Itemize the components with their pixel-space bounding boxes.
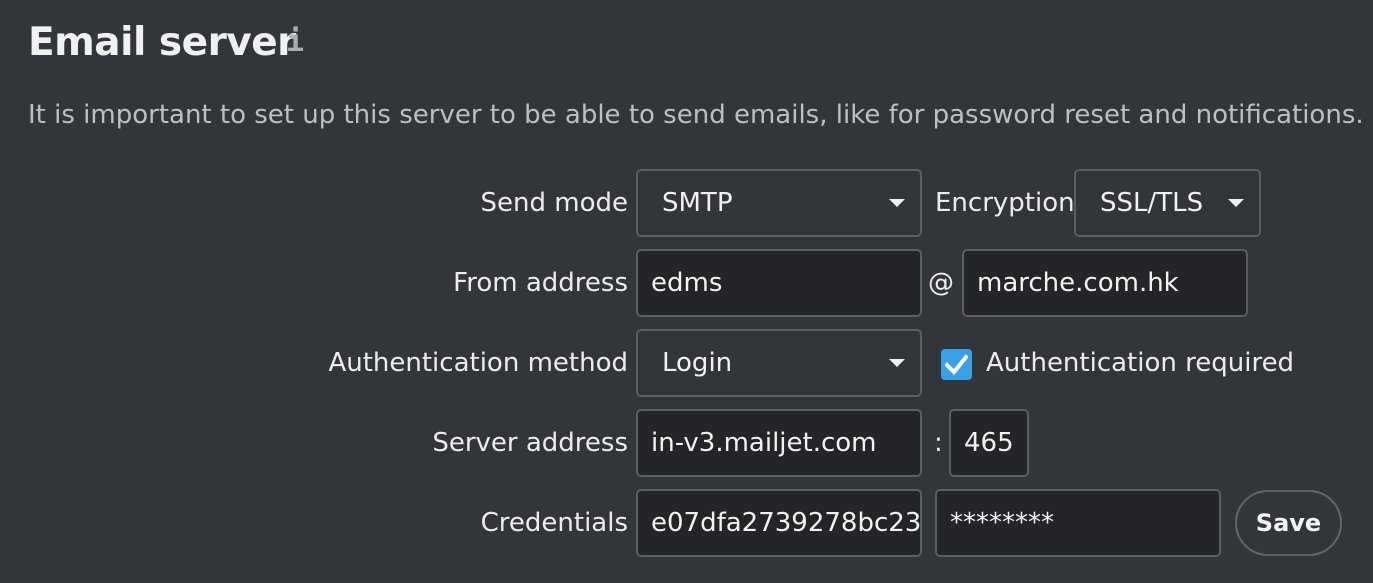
encryption-value: SSL/TLS — [1100, 188, 1204, 218]
page-title: Email server — [28, 20, 296, 65]
credentials-password-input[interactable]: ******** — [935, 489, 1221, 557]
checkmark-icon — [945, 354, 968, 375]
encryption-select[interactable]: SSL/TLS — [1074, 169, 1261, 237]
server-host-input[interactable]: in-v3.mailjet.com — [636, 409, 922, 477]
credentials-label: Credentials — [480, 508, 628, 538]
credentials-username-input[interactable]: e07dfa2739278bc2301 — [636, 489, 922, 557]
auth-method-label: Authentication method — [328, 348, 628, 378]
auth-required-checkbox[interactable] — [941, 349, 972, 380]
chevron-down-icon — [889, 359, 905, 367]
server-port-input[interactable]: 465 — [949, 409, 1029, 477]
at-separator: @ — [928, 268, 954, 298]
from-address-domain-input[interactable]: marche.com.hk — [962, 249, 1248, 317]
from-address-local-input[interactable]: edms — [636, 249, 922, 317]
chevron-down-icon — [889, 199, 905, 207]
auth-method-value: Login — [662, 348, 733, 378]
server-address-label: Server address — [432, 428, 628, 458]
description-text: It is important to set up this server to… — [28, 100, 1364, 130]
encryption-label: Encryption — [935, 188, 1075, 218]
auth-required-label[interactable]: Authentication required — [986, 330, 1294, 396]
save-button[interactable]: Save — [1235, 490, 1342, 556]
colon-separator: : — [934, 428, 943, 458]
chevron-down-icon — [1228, 199, 1244, 207]
send-mode-label: Send mode — [480, 188, 628, 218]
info-icon[interactable]: i — [286, 24, 304, 59]
send-mode-value: SMTP — [662, 188, 733, 218]
send-mode-select[interactable]: SMTP — [636, 169, 922, 237]
auth-method-select[interactable]: Login — [636, 329, 922, 397]
from-address-label: From address — [453, 268, 628, 298]
